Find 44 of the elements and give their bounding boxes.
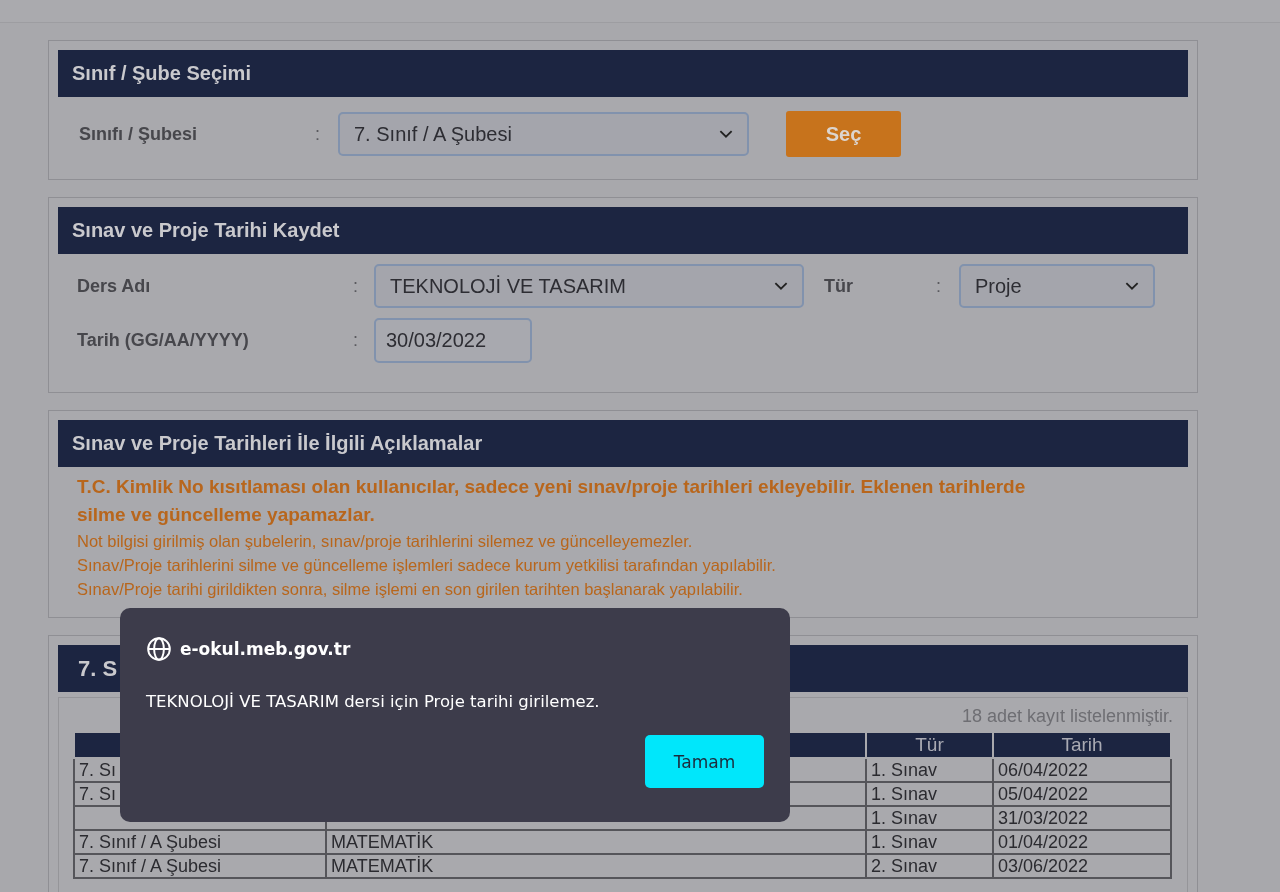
class-select[interactable]: 7. Sınıf / A Şubesi <box>338 112 749 156</box>
chevron-icon <box>1125 281 1139 291</box>
table-cell: 2. Sınav <box>871 855 938 876</box>
note-text: Not bilgisi girilmiş olan şubelerin, sınav/proje tarihlerini silemez ve güncelleyemezler. <box>77 531 694 552</box>
chevron-icon <box>719 129 733 139</box>
table-cell: 03/06/2022 <box>998 855 1089 876</box>
section-header: Sınav ve Proje Tarihleri İle İlgili Açıklamalar <box>58 420 1188 467</box>
ok-button[interactable]: Tamam <box>645 735 764 788</box>
table-cell: 7. Sınıf / A Şubesi <box>79 855 222 876</box>
separator: : <box>315 123 321 145</box>
table-cell: 7. Sınıf / A Şubesi <box>79 831 222 852</box>
table-cell: 01/04/2022 <box>998 831 1089 852</box>
field-label: Tür <box>824 275 854 297</box>
table-cell: MATEMATİK <box>331 855 434 876</box>
section-header: Sınav ve Proje Tarihi Kaydet <box>58 207 1188 254</box>
chevron-icon <box>774 281 788 291</box>
note-text: T.C. Kimlik No kısıtlaması olan kullanıcılar, sadece yeni sınav/proje tarihleri ekleyebilir. Eklenen tarihlerde silme ve güncelleme yapamazlar. <box>77 475 1027 527</box>
table-cell: 7. Sı <box>79 783 117 804</box>
column-header: Tarih <box>993 732 1171 758</box>
table-cell: 06/04/2022 <box>998 759 1089 780</box>
date-field[interactable]: 30/03/2022 <box>374 318 532 363</box>
dialog-message: TEKNOLOJİ VE TASARIM dersi için Proje tarihi girilemez. <box>146 692 601 711</box>
table-cell: 05/04/2022 <box>998 783 1089 804</box>
globe-icon <box>146 636 172 662</box>
separator: : <box>353 275 359 297</box>
table-cell: 1. Sınav <box>871 783 938 804</box>
separator: : <box>353 330 359 351</box>
field-label: Sınıfı / Şubesi <box>79 123 199 145</box>
column-header: Tür <box>866 732 993 758</box>
note-text: Sınav/Proje tarihlerini silme ve güncelleme işlemleri sadece kurum yetkilisi tarafından yapılabilir. <box>77 555 777 576</box>
dropdown[interactable]: TEKNOLOJİ VE TASARIM <box>374 264 804 308</box>
section-header: Sınıf / Şube Seçimi <box>58 50 1188 97</box>
table-cell: MATEMATİK <box>331 831 434 852</box>
dropdown[interactable]: Proje <box>959 264 1155 308</box>
table-cell: 1. Sınav <box>871 759 938 780</box>
table-cell: 7. Sı <box>79 759 117 780</box>
table-cell: 1. Sınav <box>871 831 938 852</box>
note-text: Sınav/Proje tarihi girildikten sonra, silme işlemi en son girilen tarihten başlanarak yapılabilir. <box>77 579 744 600</box>
separator: : <box>936 275 942 297</box>
field-label: Ders Adı <box>77 275 152 297</box>
table-cell: 1. Sınav <box>871 807 938 828</box>
field-label: Tarih (GG/AA/YYYY) <box>77 330 250 351</box>
table-cell: 31/03/2022 <box>998 807 1089 828</box>
record-count: 18 adet kayıt listelenmiştir. <box>960 706 1173 727</box>
